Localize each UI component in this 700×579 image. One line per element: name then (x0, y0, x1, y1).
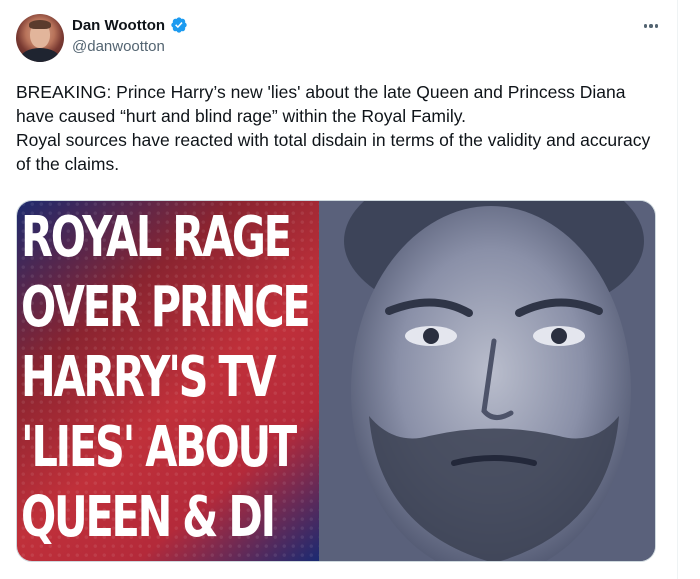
verified-badge-icon[interactable] (170, 16, 188, 34)
headline-line: ROYAL RAGE (21, 205, 292, 270)
author-display-name[interactable]: Dan Wootton (72, 17, 165, 34)
tweet-text-line: BREAKING: Prince Harry’s new 'lies' abou… (16, 82, 626, 126)
author-name-row: Dan Wootton (72, 16, 188, 34)
tweet-card: Dan Wootton @danwootton BREAKING: Prince… (0, 0, 678, 579)
headline-line: QUEEN & DI (21, 485, 276, 550)
more-options-icon[interactable] (639, 16, 663, 36)
portrait-panel (319, 201, 655, 561)
headline-line: OVER PRINCE (21, 275, 311, 340)
author-handle[interactable]: @danwootton (72, 38, 165, 55)
tweet-media-image[interactable]: ROYAL RAGE OVER PRINCE HARRY'S TV 'LIES'… (16, 200, 656, 562)
media-headline: ROYAL RAGE OVER PRINCE HARRY'S TV 'LIES'… (21, 203, 311, 553)
tweet-text-line: Royal sources have reacted with total di… (16, 130, 651, 174)
headline-line: 'LIES' ABOUT (21, 415, 297, 480)
tweet-text: BREAKING: Prince Harry’s new 'lies' abou… (16, 80, 666, 176)
portrait-photo (319, 201, 655, 561)
avatar[interactable] (16, 14, 64, 62)
headline-line: HARRY'S TV (21, 345, 277, 410)
